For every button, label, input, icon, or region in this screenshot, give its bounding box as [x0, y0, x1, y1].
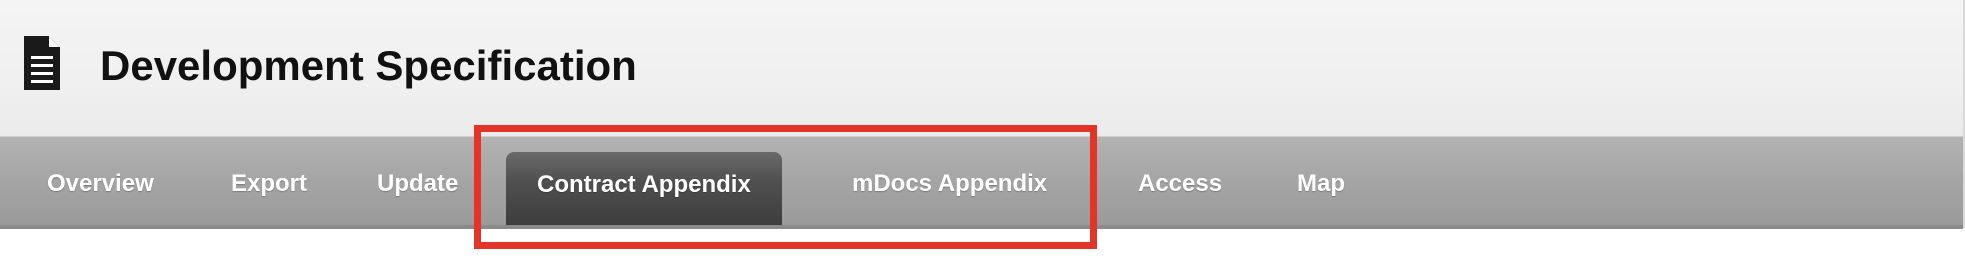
tab-bar: Overview Export Update Contract Appendix… [0, 137, 1963, 229]
tab-access[interactable]: Access [1138, 137, 1222, 225]
tab-map[interactable]: Map [1297, 137, 1345, 225]
tab-mdocs-appendix[interactable]: mDocs Appendix [852, 137, 1047, 225]
tab-export[interactable]: Export [231, 137, 307, 225]
page-frame: Development Specification Overview Expor… [0, 0, 1965, 229]
document-icon [24, 36, 60, 90]
tab-overview[interactable]: Overview [47, 137, 154, 225]
page-header: Development Specification [0, 0, 1963, 137]
tab-contract-appendix[interactable]: Contract Appendix [506, 152, 782, 225]
tab-update[interactable]: Update [377, 137, 458, 225]
page-title: Development Specification [100, 42, 637, 89]
